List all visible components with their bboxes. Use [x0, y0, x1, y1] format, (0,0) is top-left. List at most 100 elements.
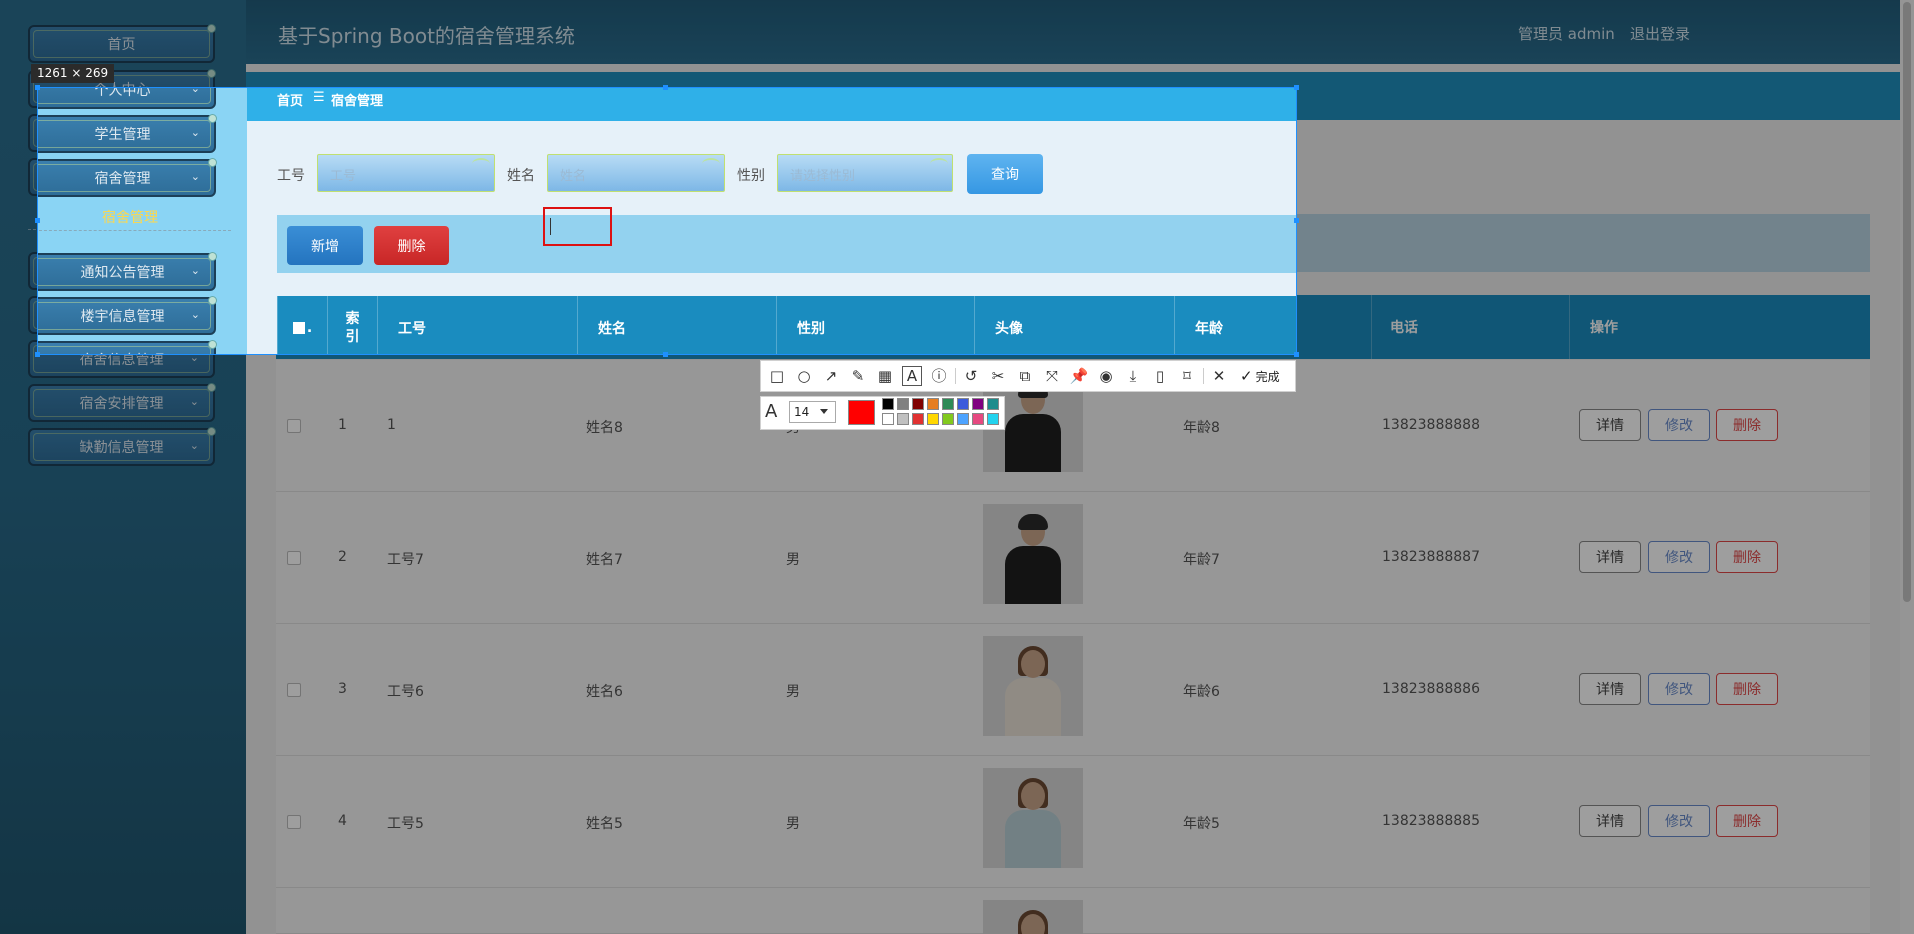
resize-handle[interactable] [1294, 352, 1299, 357]
color-swatch[interactable] [912, 398, 924, 410]
capture-selection[interactable]: 个人中心 ⌄ 学生管理 ⌄ 宿舍管理 ⌄ 宿舍管理 通知公告管理 ⌄ 楼宇信息管理 ⌄ 宿… [37, 87, 1297, 355]
query-button[interactable]: 查询 [967, 154, 1043, 194]
select-all-header: . [277, 296, 327, 354]
id-input[interactable]: 工号 [317, 154, 495, 192]
pencil-icon[interactable]: ✎ [848, 366, 868, 386]
gender-select[interactable]: 请选择性别 [777, 154, 953, 192]
batch-delete-button[interactable]: 删除 [374, 226, 449, 265]
close-icon[interactable]: ✕ [1209, 366, 1229, 386]
color-swatch[interactable] [882, 413, 894, 425]
name-label: 姓名 [507, 168, 535, 184]
decor-dot [208, 114, 217, 123]
sidebar-item-label: 宿舍信息管理 [81, 350, 165, 354]
save-icon[interactable]: ⤓ [1123, 366, 1143, 386]
sidebar-item-students[interactable]: 学生管理 ⌄ [38, 114, 217, 153]
toolbar-divider [1203, 368, 1204, 384]
arrow-icon[interactable]: ↗ [821, 366, 841, 386]
chevron-down-icon: ⌄ [190, 264, 200, 277]
submenu-dorm-management[interactable]: 宿舍管理 [38, 203, 231, 231]
add-button[interactable]: 新增 [287, 226, 363, 265]
color-swatch[interactable] [897, 413, 909, 425]
chevron-down-icon: ⌄ [190, 308, 200, 321]
done-button[interactable]: ✓ 完成 [1240, 366, 1280, 386]
scroll-capture-icon[interactable]: ⤧ [1042, 366, 1062, 386]
font-size-select[interactable]: 14 [789, 401, 836, 423]
column-header-avatar: 头像 [974, 296, 1174, 354]
breadcrumb-home[interactable]: 首页 [277, 90, 303, 109]
resize-handle[interactable] [35, 352, 40, 357]
column-header-label: 索引 [345, 311, 360, 345]
cutout-icon[interactable]: ✂ [988, 366, 1008, 386]
bookmark-icon[interactable]: ⌑ [1177, 366, 1197, 386]
color-swatch[interactable] [912, 413, 924, 425]
decor-dot [208, 296, 217, 305]
chevron-down-icon: ⌄ [190, 170, 200, 183]
sidebar-item-label: 楼宇信息管理 [80, 309, 165, 325]
done-label: 完成 [1255, 369, 1280, 384]
column-header-index: 索引 [327, 296, 377, 354]
color-swatch[interactable] [972, 413, 984, 425]
color-swatch[interactable] [957, 413, 969, 425]
font-icon: A [765, 401, 778, 422]
color-swatch[interactable] [897, 398, 909, 410]
column-header-label: 头像 [995, 321, 1023, 337]
column-header-label: 姓名 [598, 321, 626, 337]
select-all-checkbox[interactable] [292, 322, 305, 334]
column-header-name: 姓名 [577, 296, 776, 354]
color-swatch[interactable] [882, 398, 894, 410]
column-header-label: 年龄 [1195, 321, 1223, 337]
resize-handle[interactable] [663, 352, 668, 357]
resize-handle[interactable] [1294, 218, 1299, 223]
color-swatch[interactable] [942, 413, 954, 425]
ocr-icon[interactable]: ⧉ [1015, 366, 1035, 386]
color-swatch[interactable] [972, 398, 984, 410]
selection-breadcrumb-bg [247, 88, 1296, 121]
color-swatch[interactable] [957, 398, 969, 410]
resize-handle[interactable] [663, 85, 668, 90]
submenu-label: 宿舍管理 [102, 209, 158, 226]
done-icon: ✓ [1240, 367, 1253, 385]
sidebar-item-dorm-info[interactable]: 宿舍信息管理 ⌄ [38, 340, 217, 354]
name-input[interactable]: 姓名 [547, 154, 725, 192]
toolbar-divider [955, 368, 956, 384]
column-header-age: 年龄 [1174, 296, 1296, 354]
sidebar-item-label: 个人中心 [94, 87, 151, 99]
record-icon[interactable]: ◉ [1096, 366, 1116, 386]
column-header-gender: 性别 [776, 296, 974, 354]
sidebar-item-dorm[interactable]: 宿舍管理 ⌄ [38, 158, 217, 197]
color-swatch[interactable] [987, 398, 999, 410]
chevron-down-icon: ⌄ [190, 87, 200, 95]
text-annotation-box[interactable] [543, 207, 612, 246]
column-header-label: 工号 [398, 321, 426, 337]
breadcrumb-current: 宿舍管理 [331, 94, 384, 109]
sidebar-item-buildings[interactable]: 楼宇信息管理 ⌄ [38, 296, 217, 335]
color-swatch[interactable] [927, 398, 939, 410]
number-icon[interactable]: ⓘ [929, 366, 949, 386]
rectangle-icon[interactable]: □ [767, 366, 787, 386]
sidebar-item-profile[interactable]: 个人中心 ⌄ [38, 87, 216, 109]
mosaic-icon[interactable]: ▦ [875, 366, 895, 386]
color-swatch[interactable] [927, 413, 939, 425]
ellipse-icon[interactable]: ○ [794, 366, 814, 386]
color-swatch[interactable] [987, 413, 999, 425]
selection-size-label: 1261 × 269 [31, 64, 115, 83]
current-color-swatch[interactable] [848, 400, 875, 425]
color-swatch[interactable] [942, 398, 954, 410]
text-caret [550, 218, 551, 235]
id-label: 工号 [277, 168, 305, 184]
decor-dot [208, 158, 217, 167]
undo-icon[interactable]: ↺ [961, 366, 981, 386]
resize-handle[interactable] [35, 85, 40, 90]
breadcrumb-separator-icon: ☰ [313, 90, 325, 105]
sidebar-item-label: 通知公告管理 [80, 265, 165, 281]
resize-handle[interactable] [1294, 85, 1299, 90]
sidebar-item-label: 宿舍管理 [94, 171, 151, 187]
dropdown-arrow-icon [820, 409, 828, 414]
text-icon[interactable]: A [902, 366, 922, 386]
pin-icon[interactable]: 📌 [1069, 366, 1089, 386]
sidebar-item-label: 学生管理 [94, 127, 151, 143]
sidebar-item-notices[interactable]: 通知公告管理 ⌄ [38, 252, 217, 291]
phone-icon[interactable]: ▯ [1150, 366, 1170, 386]
resize-handle[interactable] [35, 218, 40, 223]
chevron-down-icon: ⌄ [190, 126, 200, 139]
